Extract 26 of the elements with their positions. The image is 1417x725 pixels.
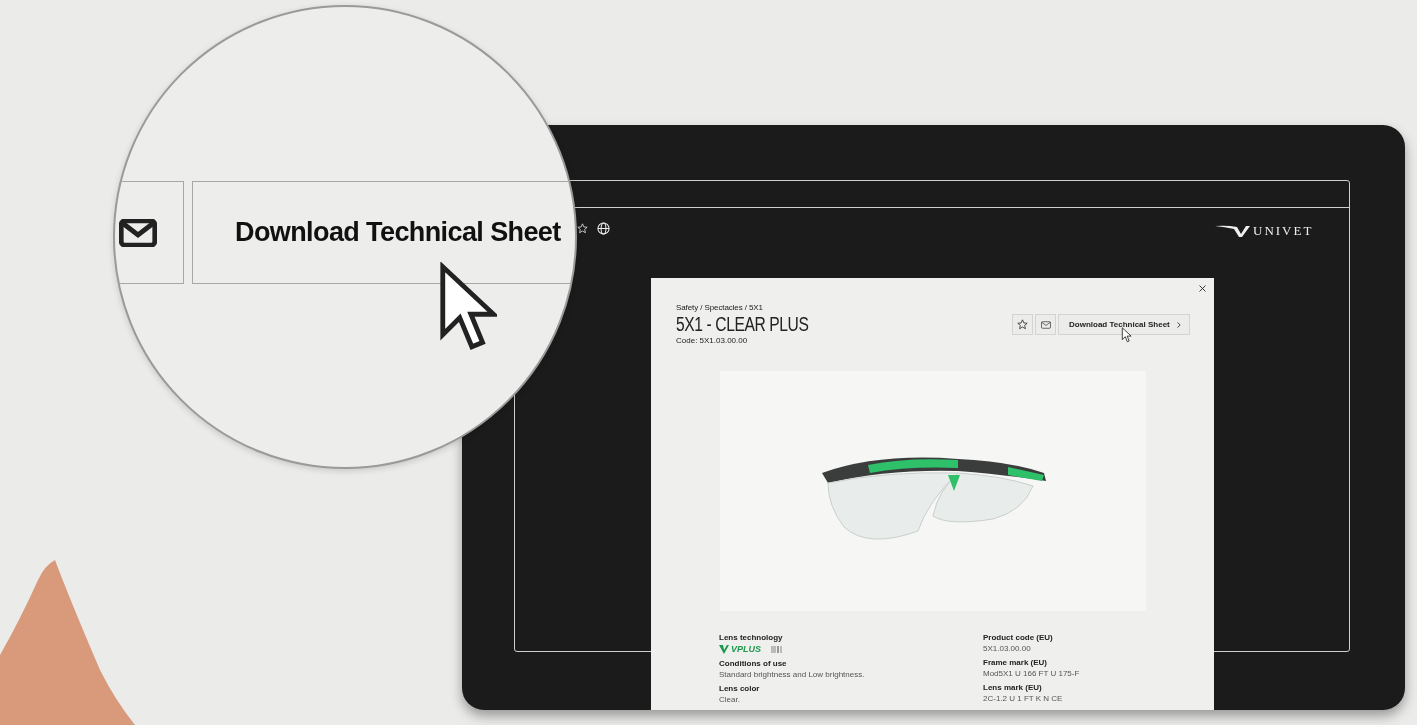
spec-value: 2C-1.2 U 1 FT K N CE	[983, 694, 1064, 703]
favorite-button[interactable]	[1012, 314, 1033, 335]
spec-label: Lens mark (EU)	[983, 683, 1043, 692]
lens-technology-logo: VPLUS	[731, 644, 761, 654]
spec-value: Standard brightness and Low brightness.	[719, 670, 866, 679]
product-code: Code: 5X1.03.00.00	[676, 336, 749, 345]
product-title: 5X1 - CLEAR PLUS	[676, 313, 809, 336]
spec-label: Conditions of use	[719, 659, 788, 668]
spec-label: Frame mark (EU)	[983, 658, 1049, 667]
spec-value: 5X1.03.00.00	[983, 644, 1032, 653]
mail-icon	[1040, 320, 1051, 329]
spec-label: Lens technology	[719, 633, 784, 642]
chevron-icon	[1176, 321, 1181, 328]
spec-value: Mod5X1 U 166 FT U 175-F	[983, 669, 1081, 678]
globe-icon[interactable]	[597, 222, 610, 235]
star-icon	[1017, 319, 1028, 330]
spec-label: Product code (EU)	[983, 633, 1054, 642]
close-icon[interactable]	[1199, 285, 1206, 292]
mail-icon	[119, 218, 157, 247]
v-logo-icon	[719, 644, 729, 654]
lens-badge-icon	[771, 645, 782, 653]
spec-value: Clear.	[719, 695, 741, 704]
brand-logo: UNIVET	[1253, 223, 1314, 239]
spec-label: Lens color	[719, 684, 761, 693]
cursor-icon	[1121, 327, 1132, 343]
breadcrumb: Safety / Spectacles / 5X1	[676, 303, 764, 312]
